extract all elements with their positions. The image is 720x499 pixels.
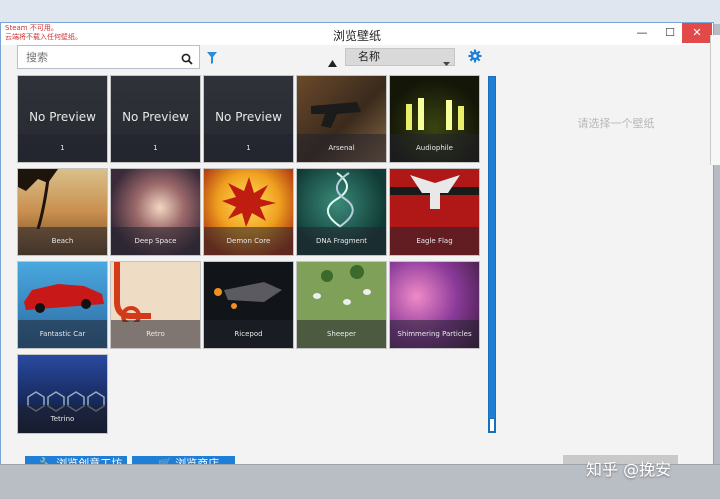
gear-icon[interactable] — [468, 48, 482, 67]
sheep-field-image — [313, 265, 371, 305]
wallpaper-tile[interactable]: Eagle Flag — [389, 168, 480, 256]
wallpaper-browser-window: Steam 不可用。 云端将不载入任何壁纸。 浏览壁纸 — ☐ ✕ 名称 — [0, 22, 714, 473]
select-wallpaper-hint: 请选择一个壁纸 — [577, 117, 655, 130]
tile-label: Eagle Flag — [390, 227, 479, 255]
tile-label: Arsenal — [297, 134, 386, 162]
tile-label: Beach — [18, 227, 107, 255]
tile-label: Deep Space — [111, 227, 200, 255]
wallpaper-tile[interactable]: Retro — [110, 261, 201, 349]
sort-ascending-icon[interactable] — [328, 52, 337, 71]
spiked-core-image — [222, 177, 276, 227]
tile-label: 1 — [18, 134, 107, 162]
sort-select-value: 名称 — [358, 50, 380, 63]
search-input[interactable] — [18, 46, 168, 69]
wallpaper-grid: No Preview 1 No Preview 1 No Preview 1 A… — [17, 75, 487, 437]
watermark: 知乎 @挽安 — [586, 460, 672, 479]
tile-label: Demon Core — [204, 227, 293, 255]
tile-no-preview-text: No Preview — [122, 110, 189, 124]
retro-image — [114, 262, 151, 322]
gun-image — [311, 102, 361, 128]
wallpaper-tile[interactable]: Fantastic Car — [17, 261, 108, 349]
wallpaper-tile[interactable]: DNA Fragment — [296, 168, 387, 256]
minimize-button[interactable]: — — [628, 23, 656, 43]
wallpaper-tile[interactable]: Sheeper — [296, 261, 387, 349]
wallpaper-tile[interactable]: Arsenal — [296, 75, 387, 163]
search-icon[interactable] — [181, 50, 193, 69]
tile-label: Sheeper — [297, 320, 386, 348]
chevron-down-icon — [443, 55, 450, 71]
car-image — [24, 284, 104, 313]
wallpaper-tile[interactable]: No Preview 1 — [17, 75, 108, 163]
tile-label: Ricepod — [204, 320, 293, 348]
tile-label: DNA Fragment — [297, 227, 386, 255]
wallpaper-tile[interactable]: No Preview 1 — [203, 75, 294, 163]
equalizer-image — [406, 98, 464, 130]
tile-no-preview-text: No Preview — [215, 110, 282, 124]
tile-label: Tetrino — [18, 405, 107, 433]
dna-image — [327, 172, 354, 228]
desktop-top-band — [0, 0, 720, 24]
tile-label: 1 — [204, 134, 293, 162]
side-panel-edge — [710, 35, 720, 165]
tile-label: Audiophile — [390, 134, 479, 162]
wallpaper-tile[interactable]: Audiophile — [389, 75, 480, 163]
wallpaper-tile[interactable]: Tetrino — [17, 354, 108, 434]
sort-select[interactable]: 名称 — [345, 48, 455, 66]
window-title: 浏览壁纸 — [332, 29, 381, 43]
search-box — [17, 45, 200, 69]
grid-scrollbar[interactable] — [488, 76, 496, 433]
wallpaper-tile[interactable]: No Preview 1 — [110, 75, 201, 163]
tile-label: Fantastic Car — [18, 320, 107, 348]
wallpaper-tile[interactable]: Deep Space — [110, 168, 201, 256]
wallpaper-tile[interactable]: Ricepod — [203, 261, 294, 349]
tile-label: Retro — [111, 320, 200, 348]
filter-icon[interactable] — [207, 49, 217, 68]
wallpaper-tile[interactable]: Shimmering Particles — [389, 261, 480, 349]
close-button[interactable]: ✕ — [682, 23, 712, 43]
wallpaper-tile[interactable]: Demon Core — [203, 168, 294, 256]
title-bar: Steam 不可用。 云端将不载入任何壁纸。 浏览壁纸 — ☐ ✕ — [1, 23, 713, 45]
palm-image — [18, 169, 58, 229]
tile-no-preview-text: No Preview — [29, 110, 96, 124]
tile-label: 1 — [111, 134, 200, 162]
ship-image — [214, 282, 282, 309]
eagle-image — [390, 175, 479, 209]
tile-label: Shimmering Particles — [390, 320, 479, 348]
scrollbar-end[interactable] — [489, 418, 495, 432]
wallpaper-tile[interactable]: Beach — [17, 168, 108, 256]
maximize-button[interactable]: ☐ — [656, 23, 684, 43]
